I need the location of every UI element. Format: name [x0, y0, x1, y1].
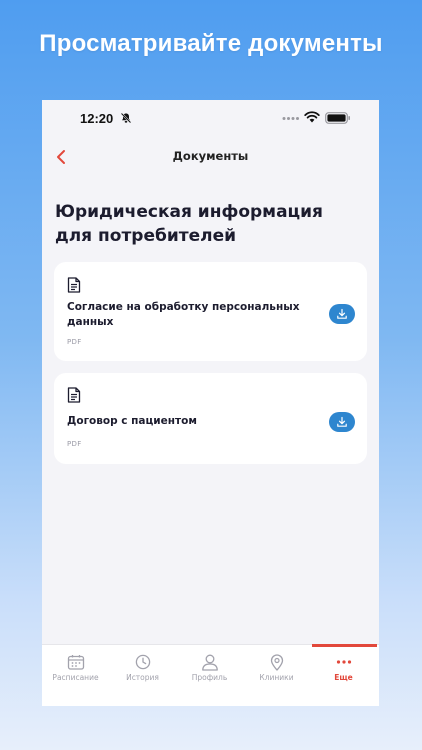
- location-pin-icon: [270, 654, 283, 671]
- document-card[interactable]: Договор с пациентом PDF: [54, 373, 367, 464]
- tab-profile[interactable]: Профиль: [176, 645, 243, 706]
- nav-title: Документы: [172, 149, 249, 163]
- status-time: 12:20: [80, 111, 114, 126]
- tab-more[interactable]: Еще: [310, 645, 377, 706]
- clock-icon: [135, 654, 150, 670]
- download-icon: [337, 416, 347, 427]
- status-bar: 12:20: [42, 100, 379, 138]
- document-card[interactable]: Согласие на обработку персональных данны…: [54, 262, 367, 361]
- person-icon: [201, 654, 218, 671]
- tab-label: История: [126, 673, 159, 682]
- wifi-icon: [304, 111, 320, 123]
- download-icon: [337, 308, 347, 319]
- tab-label: Расписание: [52, 673, 99, 682]
- document-icon: [67, 277, 81, 293]
- battery-icon: [325, 112, 350, 124]
- cellular-signal-icon: [282, 117, 299, 120]
- document-type: PDF: [67, 338, 82, 346]
- more-dots-icon: [336, 660, 351, 664]
- app-screen: 12:20 Документы Юридическая информация д…: [42, 100, 379, 706]
- download-button[interactable]: [329, 412, 355, 432]
- tab-label: Клиники: [259, 673, 294, 682]
- download-button[interactable]: [329, 304, 355, 324]
- navigation-bar: Документы: [42, 140, 379, 174]
- document-title: Договор с пациентом: [67, 415, 197, 427]
- promo-headline: Просматривайте документы: [39, 30, 383, 57]
- tab-schedule[interactable]: Расписание: [42, 645, 109, 706]
- calendar-icon: [67, 655, 84, 670]
- document-type: PDF: [67, 440, 82, 448]
- tab-history[interactable]: История: [109, 645, 176, 706]
- document-title: Согласие на обработку персональных данны…: [67, 301, 300, 328]
- tab-bar: Расписание История Профиль Клиники Еще: [42, 644, 379, 706]
- page-title: Юридическая информация для потребителей: [55, 202, 323, 246]
- document-icon: [67, 387, 81, 403]
- bell-muted-icon: [120, 112, 132, 124]
- tab-clinics[interactable]: Клиники: [243, 645, 310, 706]
- tab-label: Профиль: [191, 673, 228, 682]
- tab-label: Еще: [334, 673, 353, 682]
